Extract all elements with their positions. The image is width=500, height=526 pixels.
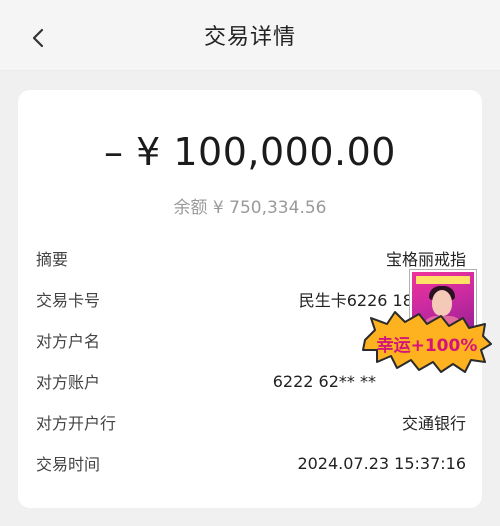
back-button[interactable] xyxy=(28,28,48,48)
detail-label: 对方户名 xyxy=(36,332,101,351)
detail-label: 摘要 xyxy=(36,250,69,269)
detail-row-summary: 摘要 宝格丽戒指 xyxy=(36,246,466,270)
detail-row-time: 交易时间 2024.07.23 15:37:16 xyxy=(36,451,466,475)
detail-value: 交通银行 xyxy=(401,414,466,433)
chevron-left-icon xyxy=(32,28,44,48)
detail-label: 交易时间 xyxy=(36,455,101,474)
detail-label: 交易卡号 xyxy=(36,291,101,310)
detail-value: 宝格丽戒指 xyxy=(385,250,466,269)
detail-label: 对方开户行 xyxy=(36,414,117,433)
lucky-sticker-icon: 幸运+100% xyxy=(355,268,495,408)
account-balance: 余额 ¥ 750,334.56 xyxy=(173,198,327,218)
detail-value: 2024.07.23 15:37:16 xyxy=(297,453,466,473)
detail-label: 对方账户 xyxy=(36,373,101,392)
detail-row-payee-bank: 对方开户行 交通银行 xyxy=(36,410,466,434)
sticker-badge-icon: 幸运+100% xyxy=(362,311,492,373)
sticker-text: 幸运+100% xyxy=(377,335,478,356)
top-bar: 交易详情 xyxy=(0,0,500,71)
transaction-amount: – ¥ 100,000.00 xyxy=(104,130,396,174)
page-title: 交易详情 xyxy=(203,25,296,50)
